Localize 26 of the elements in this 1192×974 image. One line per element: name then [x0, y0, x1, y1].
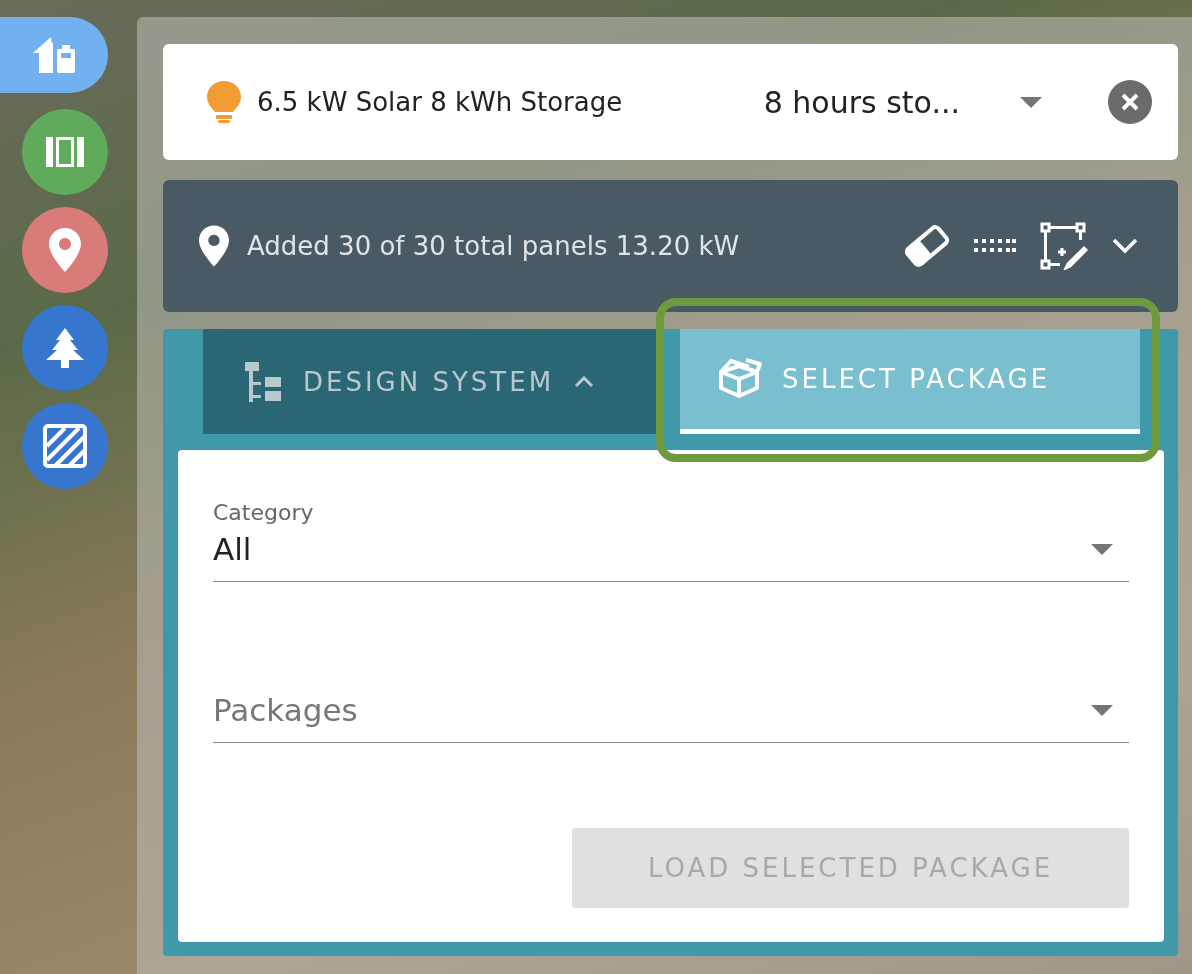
close-button[interactable] [1108, 80, 1152, 124]
eraser-icon[interactable] [904, 225, 950, 267]
tree-icon [46, 328, 84, 368]
storage-dropdown[interactable]: 8 hours sto... [763, 84, 1042, 120]
dropdown-caret-icon [1091, 704, 1113, 716]
hatched-area-icon [43, 424, 87, 468]
location-pin-icon [199, 225, 229, 267]
chevron-up-icon [574, 375, 595, 388]
panels-icon [46, 137, 84, 167]
dropdown-caret-icon [1091, 543, 1113, 555]
dropdown-caret-icon [1020, 96, 1042, 108]
chevron-down-icon[interactable] [1112, 238, 1138, 254]
hierarchy-icon [243, 361, 283, 402]
location-pin-icon [49, 228, 81, 272]
map-tool-button[interactable] [0, 17, 108, 93]
system-title: 6.5 kW Solar 8 kWh Storage [257, 87, 623, 117]
panel-status-text: Added 30 of 30 total panels 13.20 kW [247, 231, 740, 261]
box-icon [716, 358, 762, 400]
lightbulb-icon [207, 81, 241, 123]
packages-select[interactable]: Packages [213, 686, 1129, 743]
house-battery-icon [31, 35, 77, 75]
tab[interactable]: DESIGN SYSTEM [203, 329, 656, 434]
draw-shape-icon[interactable] [1040, 222, 1088, 270]
category-select[interactable]: Category All [213, 500, 1129, 582]
dotted-grid-icon[interactable] [974, 239, 1016, 253]
close-icon [1120, 92, 1140, 112]
